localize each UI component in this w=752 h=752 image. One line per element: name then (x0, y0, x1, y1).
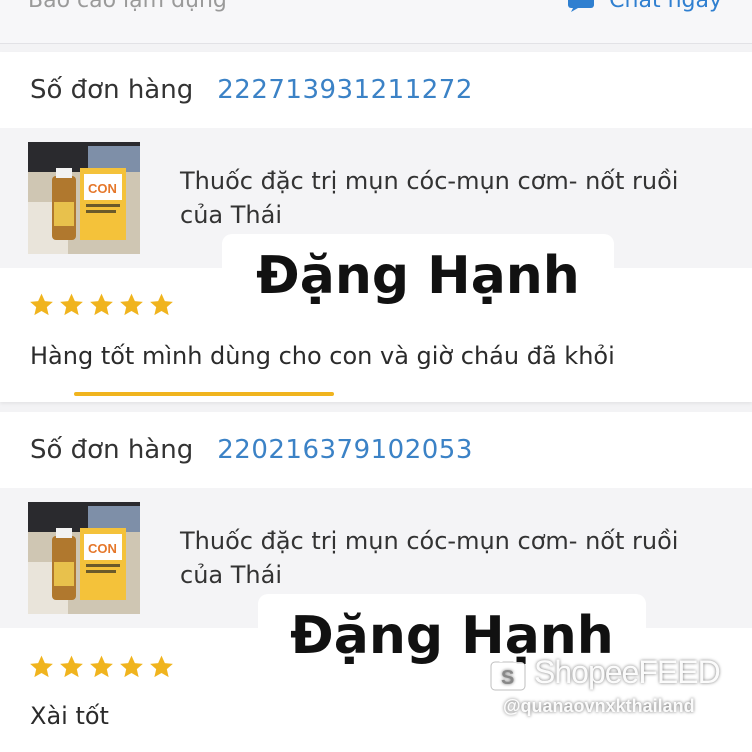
product-name: Thuốc đặc trị mụn cóc-mụn cơm- nốt ruồi … (180, 527, 679, 589)
shopee-feed-watermark: S ShopeeFEED (488, 652, 721, 692)
svg-text:S: S (501, 667, 514, 689)
order-label: Số đơn hàng (30, 435, 194, 465)
order-number-link[interactable]: 222713931211272 (217, 75, 473, 105)
star-icon (60, 293, 83, 316)
product-thumbnail: CON (28, 502, 140, 614)
chat-now-label: Chat ngay (609, 0, 722, 13)
review-text: Hàng tốt mình dùng cho con và giờ cháu đ… (30, 342, 615, 370)
rating-stars (28, 292, 175, 318)
watermark-handle: @quanaovnxkthailand (503, 696, 695, 716)
review-card: Số đơn hàng 222713931211272 CON Thuốc đặ… (0, 52, 752, 402)
order-row: Số đơn hàng 220216379102053 (0, 412, 752, 488)
svg-text:CON: CON (88, 181, 117, 196)
report-abuse-link[interactable]: Báo cáo lạm dụng (28, 0, 227, 13)
star-icon (90, 655, 113, 678)
product-thumbnail: CON (28, 142, 140, 254)
star-icon (150, 293, 173, 316)
star-icon (120, 293, 143, 316)
chat-now-button[interactable]: Chat ngay (567, 0, 722, 13)
star-icon (30, 293, 53, 316)
product-name: Thuốc đặc trị mụn cóc-mụn cơm- nốt ruồi … (180, 167, 679, 229)
rating-stars (28, 654, 175, 680)
watermark-brand: ShopeeFEED (534, 653, 721, 690)
chat-bubble-icon (568, 0, 595, 12)
star-icon (150, 655, 173, 678)
order-row: Số đơn hàng 222713931211272 (0, 52, 752, 128)
order-number-link[interactable]: 220216379102053 (217, 435, 473, 465)
top-action-bar: Báo cáo lạm dụng Chat ngay (0, 0, 752, 44)
star-icon (120, 655, 143, 678)
order-label: Số đơn hàng (30, 75, 194, 105)
highlight-underline (74, 392, 334, 396)
reviewer-name-overlay: Đặng Hạnh (222, 234, 614, 318)
star-icon (30, 655, 53, 678)
svg-text:CON: CON (88, 541, 117, 556)
star-icon (60, 655, 83, 678)
shopee-bag-icon: S (490, 655, 526, 691)
star-icon (90, 293, 113, 316)
review-text: Xài tốt (30, 702, 109, 730)
